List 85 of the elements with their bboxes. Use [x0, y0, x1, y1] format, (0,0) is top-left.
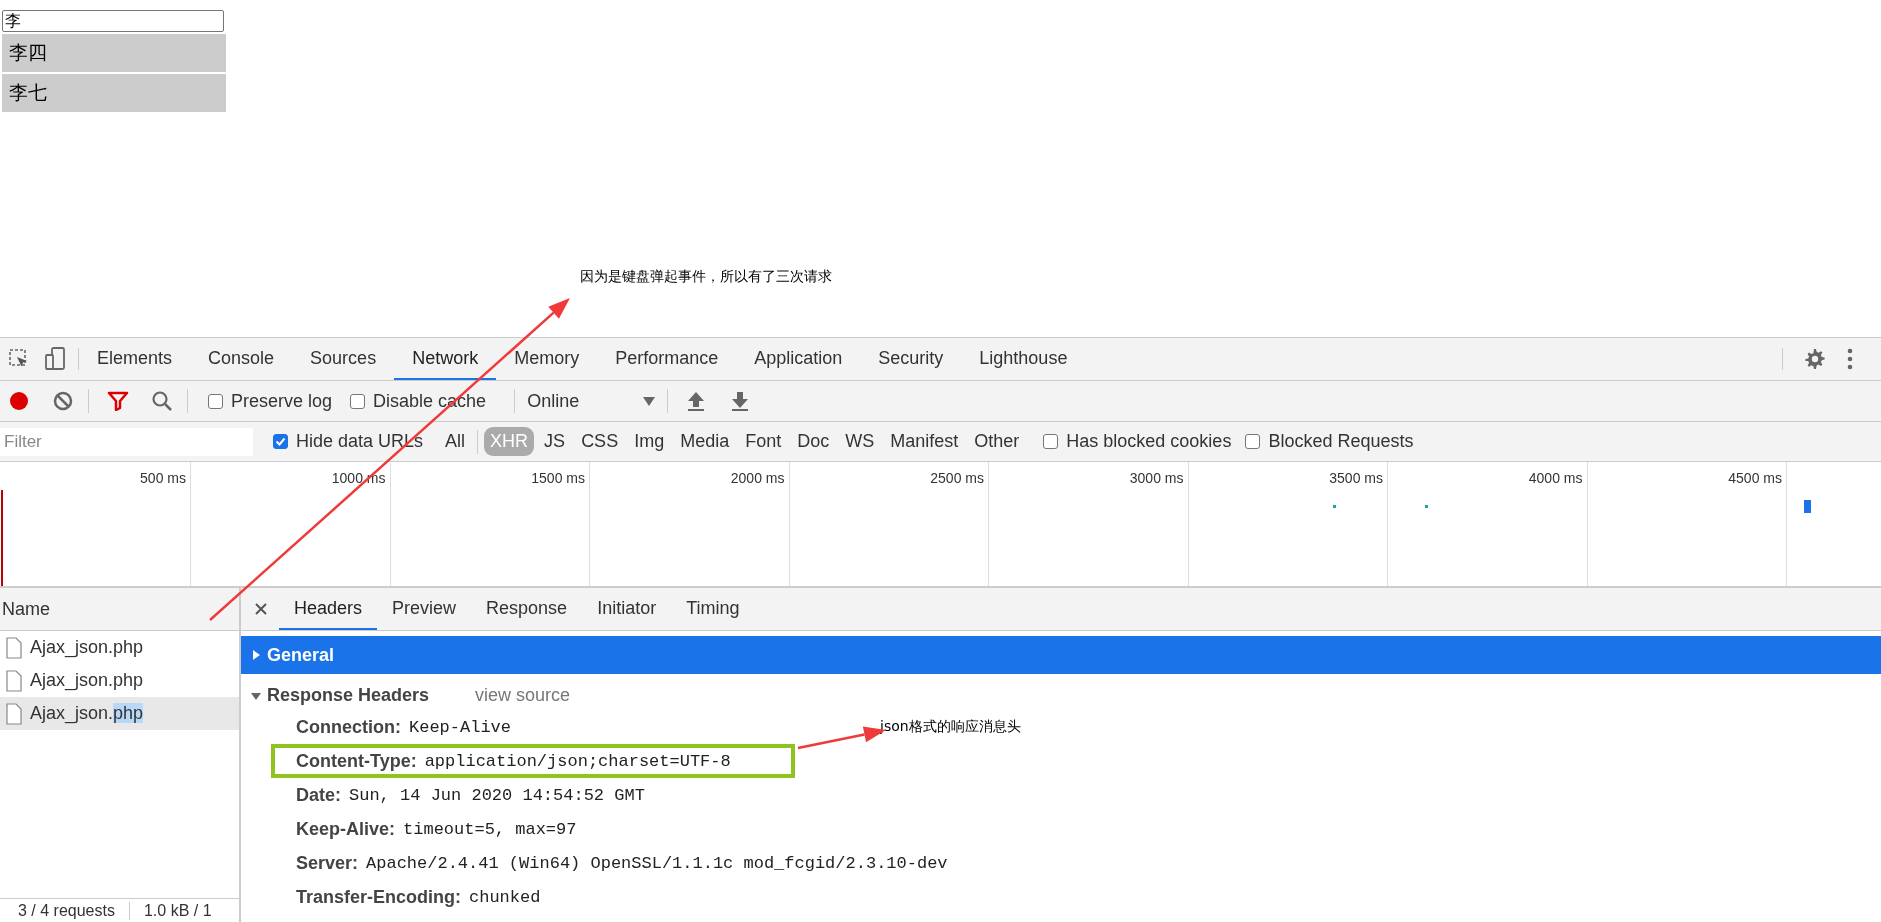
status-text: 1.0 kB / 1	[143, 902, 212, 920]
header-value: Sun, 14 Jun 2020 14:54:52 GMT	[349, 785, 645, 805]
time-tick: 4000 ms	[1388, 462, 1588, 586]
suggestion-item[interactable]: 李七	[2, 74, 226, 112]
time-tick: 1500 ms	[390, 462, 590, 586]
file-icon	[6, 702, 22, 725]
record-icon[interactable]	[8, 390, 30, 412]
request-name: Ajax_json.php	[30, 670, 144, 691]
type-filter[interactable]: JS	[538, 427, 572, 456]
type-filter[interactable]: WS	[839, 427, 881, 456]
time-tick: 2000 ms	[590, 462, 790, 586]
checkbox[interactable]	[208, 393, 223, 409]
panel-tab[interactable]: Performance	[597, 338, 737, 380]
time-tick: 2500 ms	[789, 462, 989, 586]
type-filter[interactable]: All	[439, 427, 472, 456]
checkbox-label: Has blocked cookies	[1066, 431, 1232, 452]
device-icon[interactable]	[44, 347, 66, 371]
request-name: Ajax_json.php	[30, 703, 144, 724]
time-tick: 3500 ms	[1188, 462, 1388, 586]
filter-icon[interactable]	[107, 391, 129, 411]
search-icon[interactable]	[151, 390, 173, 412]
checkbox[interactable]	[1245, 434, 1261, 449]
panel-tab[interactable]: Security	[860, 338, 962, 380]
panel-tab[interactable]: Sources	[292, 338, 395, 380]
clear-icon[interactable]	[52, 390, 74, 412]
header-name: Server:	[296, 852, 359, 874]
request-row[interactable]: Ajax_json.php	[0, 631, 239, 664]
throttling-value: Online	[527, 390, 580, 412]
checkbox[interactable]	[350, 393, 366, 409]
panel-tab[interactable]: Elements	[79, 338, 191, 380]
file-icon	[6, 669, 22, 692]
type-filter[interactable]: Media	[674, 427, 736, 456]
close-icon	[255, 603, 267, 615]
request-row[interactable]: Ajax_json.php	[0, 697, 239, 730]
header-name: Date:	[296, 784, 341, 806]
panel-tab[interactable]: Lighthouse	[961, 338, 1086, 380]
request-bar	[1804, 500, 1811, 513]
file-icon	[6, 636, 22, 659]
header-value: Apache/2.4.41 (Win64) OpenSSL/1.1.1c mod_fcgid/2.3.10-dev	[366, 853, 948, 873]
checkbox[interactable]	[1043, 434, 1059, 449]
download-icon[interactable]	[730, 390, 751, 412]
checkbox[interactable]	[273, 434, 288, 449]
upload-icon[interactable]	[686, 390, 707, 412]
header-name: Connection:	[296, 716, 401, 738]
detail-tab[interactable]: Headers	[279, 588, 378, 630]
filter-field[interactable]: Filter	[0, 427, 253, 456]
request-name: Ajax_json.php	[30, 637, 144, 658]
header-value: application/json;charset=UTF-8	[424, 751, 731, 771]
request-row[interactable]: Ajax_json.php	[0, 664, 239, 697]
header-value: timeout=5, max=97	[403, 819, 577, 839]
status-text: 3 / 4 requests	[18, 902, 115, 920]
time-tick: 3000 ms	[989, 462, 1189, 586]
caret-icon	[643, 396, 656, 406]
checkbox-label: Blocked Requests	[1268, 431, 1414, 452]
view-source-link[interactable]: view source	[475, 685, 571, 706]
detail-tab[interactable]: Timing	[671, 588, 755, 630]
header-name: Keep-Alive:	[296, 818, 396, 840]
type-filter[interactable]: Other	[968, 427, 1026, 456]
type-filter[interactable]: Img	[628, 427, 671, 456]
header-name: Transfer-Encoding:	[296, 886, 461, 908]
type-filter[interactable]: Doc	[791, 427, 836, 456]
annotation-text: json格式的响应消息头	[880, 718, 1021, 736]
header-value: Keep-Alive	[409, 717, 512, 737]
type-filter[interactable]: Font	[739, 427, 788, 456]
annotation-text: 因为是键盘弹起事件，所以有了三次请求	[580, 268, 832, 286]
time-tick: 4500 ms	[1587, 462, 1787, 586]
panel-tab[interactable]: Console	[190, 338, 293, 380]
throttling-select[interactable]: Online	[515, 390, 668, 412]
type-filter[interactable]: Manifest	[884, 427, 965, 456]
header-value: chunked	[469, 887, 541, 907]
checkbox-label: Preserve log	[231, 390, 333, 412]
search-field[interactable]: 李	[2, 10, 224, 32]
more-icon[interactable]	[1847, 348, 1853, 370]
type-filter[interactable]: CSS	[575, 427, 625, 456]
section-header[interactable]: Response Headers	[267, 685, 430, 706]
panel-tab[interactable]: Application	[736, 338, 861, 380]
section-header[interactable]: General	[241, 636, 1881, 674]
settings-icon[interactable]	[1803, 348, 1825, 370]
detail-tab[interactable]: Initiator	[582, 588, 672, 630]
suggestion-item[interactable]: 李四	[2, 34, 226, 72]
detail-tab[interactable]: Preview	[377, 588, 472, 630]
header-name: Content-Type:	[296, 750, 417, 772]
column-header: Name	[0, 588, 239, 631]
detail-tab[interactable]: Response	[471, 588, 583, 630]
panel-tab[interactable]: Memory	[496, 338, 598, 380]
